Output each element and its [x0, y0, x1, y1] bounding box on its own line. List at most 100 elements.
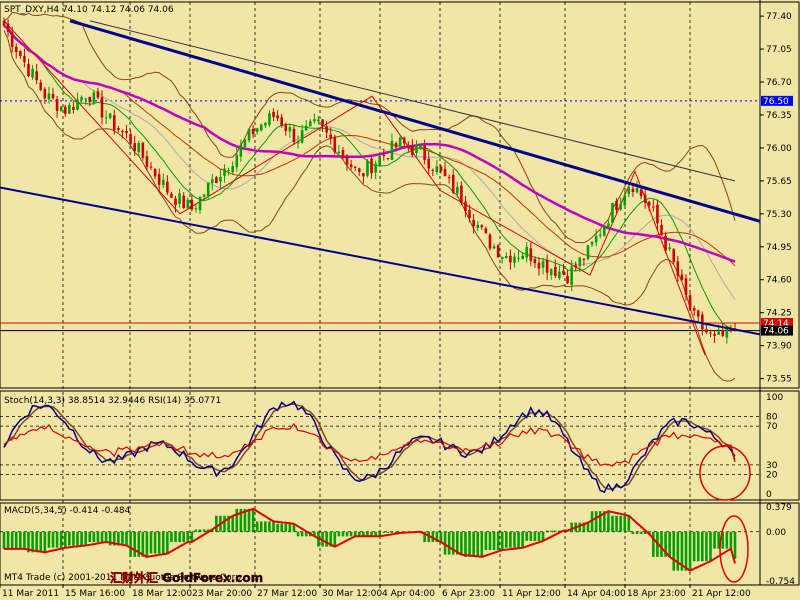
candle-body: [603, 225, 606, 236]
candle-body: [647, 201, 651, 206]
trading-chart[interactable]: 77.40 77.05 76.70 76.35 76.00 75.65 75.30 74.95…: [0, 0, 800, 600]
candle-body: [554, 266, 557, 276]
macd-histogram-bar: [615, 515, 618, 532]
macd-histogram-bar: [72, 531, 75, 546]
macd-histogram-bar: [80, 531, 83, 546]
candle-body: [104, 117, 108, 119]
candle-body: [582, 259, 586, 261]
candle-body: [366, 160, 369, 176]
candle-body: [337, 151, 341, 153]
candle-body: [517, 257, 520, 259]
date-label: 11 Mar 2011: [2, 589, 59, 599]
candle-body: [382, 154, 386, 156]
candle-body: [374, 163, 377, 173]
macd-histogram-bar: [100, 531, 104, 543]
candle-body: [174, 198, 177, 206]
macd-histogram-bar: [537, 531, 541, 541]
candle-body: [398, 137, 402, 147]
macd-histogram-bar: [51, 531, 55, 548]
macd-histogram-bar: [460, 531, 463, 555]
macd-histogram-bar: [668, 531, 671, 557]
candle-body: [141, 142, 145, 158]
candle-body: [153, 169, 157, 177]
stoch-panel-header: Stoch(14,3,3) 38.8514 32.9446 RSI(14) 35…: [4, 396, 221, 406]
macd-histogram-bar: [88, 531, 92, 543]
price-marker-label: 74.06: [763, 327, 789, 337]
macd-histogram-bar: [554, 530, 557, 532]
macd-histogram-bar: [635, 531, 639, 535]
candle-body: [19, 50, 22, 56]
candle-body: [357, 168, 361, 172]
macd-histogram-bar: [688, 531, 692, 571]
macd-histogram-bar: [174, 531, 177, 543]
date-label: 30 Mar 12:00: [322, 589, 382, 599]
price-tick-label: 73.90: [766, 342, 792, 352]
date-label: 18 Mar 12:00: [132, 589, 192, 599]
candle-body: [145, 156, 149, 167]
candle-body: [484, 228, 488, 233]
macd-histogram-bar: [476, 531, 480, 557]
macd-histogram-bar: [268, 521, 271, 532]
candle-body: [558, 271, 561, 279]
candle-body: [321, 119, 324, 127]
candle-body: [406, 145, 410, 148]
price-tick-label: 75.65: [766, 177, 792, 187]
candle-body: [680, 274, 684, 280]
candle-body: [705, 329, 708, 333]
candle-body: [513, 256, 516, 263]
candle-body: [43, 89, 47, 99]
candle-body: [178, 193, 181, 204]
macd-histogram-bar: [300, 531, 304, 537]
price-panel-header: SPT_DXY,H4 74.10 74.12 74.06 74.06: [4, 5, 174, 15]
macd-histogram-bar: [386, 531, 390, 533]
candle-body: [635, 187, 639, 193]
macd-histogram-bar: [182, 531, 185, 543]
candle-body: [362, 173, 365, 177]
macd-histogram-bar: [488, 531, 492, 551]
candle-body: [39, 82, 43, 90]
date-label: 18 Apr 23:00: [627, 589, 686, 599]
candle-body: [598, 234, 602, 236]
candle-body: [272, 111, 275, 118]
macd-histogram-bar: [153, 531, 157, 554]
macd-histogram-bar: [337, 531, 341, 537]
candle-body: [443, 168, 447, 177]
candle-body: [427, 158, 431, 169]
macd-histogram-bar: [627, 515, 631, 532]
candle-body: [259, 124, 263, 131]
macd-histogram-bar: [59, 531, 63, 548]
candle-body: [2, 20, 6, 26]
candle-body: [223, 168, 226, 176]
candle-body: [68, 104, 71, 114]
candle-body: [541, 260, 545, 268]
price-tick-label: 74.95: [766, 243, 792, 253]
macd-histogram-bar: [280, 523, 283, 532]
macd-histogram-bar: [84, 531, 87, 546]
candle-body: [533, 259, 537, 264]
candle-body: [206, 182, 210, 197]
candle-body: [239, 144, 243, 157]
macd-histogram-bar: [464, 531, 467, 557]
macd-histogram-bar: [705, 531, 708, 562]
candle-body: [108, 113, 112, 118]
stoch-level-label: 30: [766, 461, 778, 471]
macd-histogram-bar: [10, 531, 14, 549]
candle-body: [537, 262, 541, 269]
candle-body: [190, 199, 194, 210]
candle-body: [76, 99, 79, 110]
macd-histogram-bar: [639, 531, 643, 535]
candle-body: [63, 106, 67, 114]
macd-histogram-bar: [333, 531, 337, 547]
candle-body: [701, 314, 704, 330]
candle-body: [652, 206, 655, 208]
macd-histogram-bar: [76, 531, 79, 546]
candle-body: [643, 194, 647, 203]
macd-histogram-bar: [652, 531, 655, 557]
candle-body: [590, 241, 594, 245]
candle-body: [329, 134, 333, 139]
candle-body: [137, 143, 141, 153]
candle-body: [529, 248, 533, 261]
candle-body: [586, 245, 590, 259]
macd-histogram-bar: [6, 531, 10, 549]
candle-body: [500, 257, 504, 259]
